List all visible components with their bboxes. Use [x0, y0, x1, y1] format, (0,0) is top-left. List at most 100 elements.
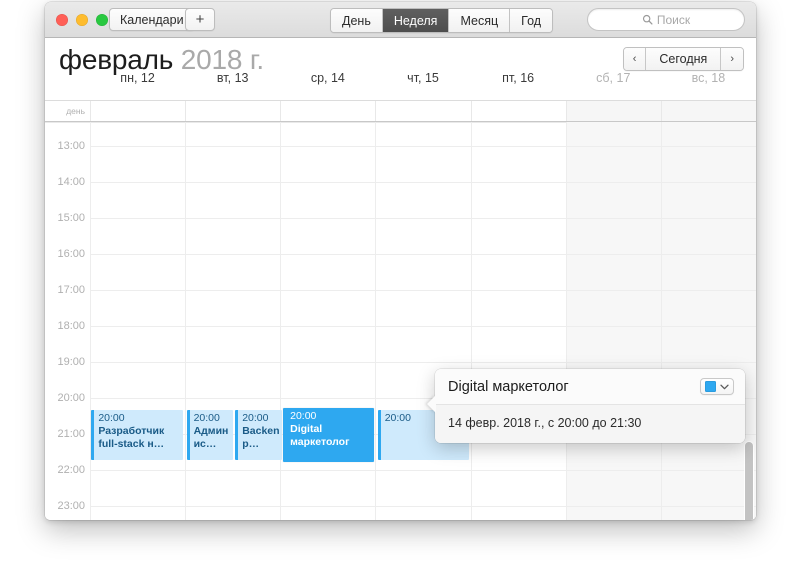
grid-cell[interactable] — [185, 146, 281, 182]
close-window-button[interactable] — [56, 14, 68, 26]
grid-cell[interactable] — [565, 146, 661, 182]
grid-cell[interactable] — [660, 470, 756, 506]
grid-cell[interactable] — [565, 218, 661, 254]
grid-cell[interactable] — [565, 290, 661, 326]
event-block[interactable]: 20:00 Backend p… — [235, 410, 282, 460]
all-day-cell-mon[interactable] — [90, 101, 185, 121]
search-field[interactable]: Поиск — [587, 8, 745, 31]
grid-cell[interactable] — [375, 326, 471, 362]
grid-cell[interactable] — [565, 254, 661, 290]
calendar-color-picker[interactable] — [700, 378, 734, 395]
day-header-fri[interactable]: пт, 16 — [471, 67, 566, 95]
grid-cell[interactable] — [90, 146, 186, 182]
all-day-cell-sat[interactable] — [565, 101, 661, 121]
grid-cell[interactable] — [280, 470, 376, 506]
grid-cell[interactable] — [185, 290, 281, 326]
all-day-cell-tue[interactable] — [185, 101, 280, 121]
grid-cell[interactable] — [375, 470, 471, 506]
grid-cell[interactable] — [280, 326, 376, 362]
grid-cell[interactable] — [185, 254, 281, 290]
grid-cell[interactable] — [470, 122, 566, 146]
grid-cell[interactable] — [90, 362, 186, 398]
grid-cell[interactable] — [280, 254, 376, 290]
grid-cell[interactable] — [660, 122, 756, 146]
event-block-selected[interactable]: 20:00 Digital маркетолог — [283, 408, 375, 462]
grid-cell[interactable] — [375, 122, 470, 146]
grid-cell[interactable] — [280, 362, 376, 398]
grid-cell[interactable] — [660, 218, 756, 254]
grid-cell[interactable] — [565, 182, 661, 218]
grid-cell[interactable] — [280, 182, 376, 218]
grid-cell[interactable] — [660, 290, 756, 326]
grid-cell[interactable] — [565, 326, 661, 362]
grid-cell[interactable] — [375, 218, 471, 254]
vertical-scrollbar[interactable] — [745, 442, 753, 520]
grid-cell[interactable] — [375, 506, 471, 520]
grid-cell[interactable] — [565, 506, 661, 520]
grid-cell[interactable] — [280, 218, 376, 254]
all-day-cell-thu[interactable] — [375, 101, 470, 121]
grid-cell[interactable] — [375, 182, 471, 218]
grid-cell[interactable] — [565, 470, 661, 506]
grid-cell[interactable] — [470, 146, 566, 182]
grid-cell[interactable] — [565, 122, 661, 146]
grid-cell[interactable] — [280, 146, 376, 182]
grid-cell[interactable] — [280, 290, 376, 326]
grid-cell[interactable] — [660, 182, 756, 218]
grid-cell[interactable] — [90, 290, 186, 326]
grid-cell[interactable] — [470, 326, 566, 362]
view-week-tab[interactable]: Неделя — [382, 9, 450, 32]
all-day-cell-fri[interactable] — [470, 101, 566, 121]
day-header-mon[interactable]: пн, 12 — [90, 67, 185, 95]
grid-cell[interactable] — [470, 254, 566, 290]
calendars-button[interactable]: Календари — [109, 8, 195, 31]
grid-cell[interactable] — [660, 146, 756, 182]
hour-label: 23:00 — [57, 500, 85, 512]
grid-cell[interactable] — [375, 254, 471, 290]
grid-cell[interactable] — [185, 506, 281, 520]
grid-cell[interactable] — [375, 146, 471, 182]
grid-cell[interactable] — [280, 122, 375, 146]
event-block[interactable]: 20:00 Разработчик full-stack н… — [91, 410, 183, 460]
view-day-tab[interactable]: День — [331, 9, 383, 32]
grid-cell[interactable] — [90, 326, 186, 362]
view-switcher[interactable]: День Неделя Месяц Год — [330, 8, 554, 33]
day-header-thu[interactable]: чт, 15 — [375, 67, 470, 95]
grid-cell[interactable] — [470, 218, 566, 254]
grid-cell[interactable] — [185, 326, 281, 362]
zoom-window-button[interactable] — [96, 14, 108, 26]
minimize-window-button[interactable] — [76, 14, 88, 26]
view-year-tab[interactable]: Год — [510, 9, 553, 32]
grid-cell[interactable] — [90, 218, 186, 254]
grid-cell[interactable] — [660, 506, 756, 520]
grid-cell[interactable] — [470, 290, 566, 326]
grid-cell[interactable] — [90, 254, 186, 290]
day-header-sun[interactable]: вс, 18 — [661, 67, 756, 95]
grid-cell[interactable] — [185, 218, 281, 254]
grid-cell[interactable] — [90, 470, 186, 506]
grid-cell[interactable] — [660, 326, 756, 362]
all-day-cell-wed[interactable] — [280, 101, 375, 121]
day-header-wed[interactable]: ср, 14 — [280, 67, 375, 95]
time-grid-scroll-area[interactable]: 12:00 13:00 — [45, 121, 756, 520]
day-header-sat[interactable]: сб, 17 — [566, 67, 661, 95]
view-month-tab[interactable]: Месяц — [449, 9, 511, 32]
grid-cell[interactable] — [470, 182, 566, 218]
grid-cell[interactable] — [470, 506, 566, 520]
grid-cell[interactable] — [280, 506, 376, 520]
grid-cell[interactable] — [185, 470, 281, 506]
all-day-cell-sun[interactable] — [660, 101, 756, 121]
grid-cell[interactable] — [185, 182, 281, 218]
grid-cell[interactable] — [375, 290, 471, 326]
grid-cell[interactable] — [90, 182, 186, 218]
day-header-tue[interactable]: вт, 13 — [185, 67, 280, 95]
time-grid: 12:00 13:00 — [45, 122, 756, 520]
event-block[interactable]: 20:00 Админ ис… — [186, 410, 234, 460]
grid-cell[interactable] — [185, 362, 281, 398]
add-event-button[interactable]: + — [185, 8, 215, 31]
grid-cell[interactable] — [470, 470, 566, 506]
grid-cell[interactable] — [185, 122, 280, 146]
grid-cell[interactable] — [90, 506, 186, 520]
grid-cell[interactable] — [660, 254, 756, 290]
grid-cell[interactable] — [90, 122, 185, 146]
